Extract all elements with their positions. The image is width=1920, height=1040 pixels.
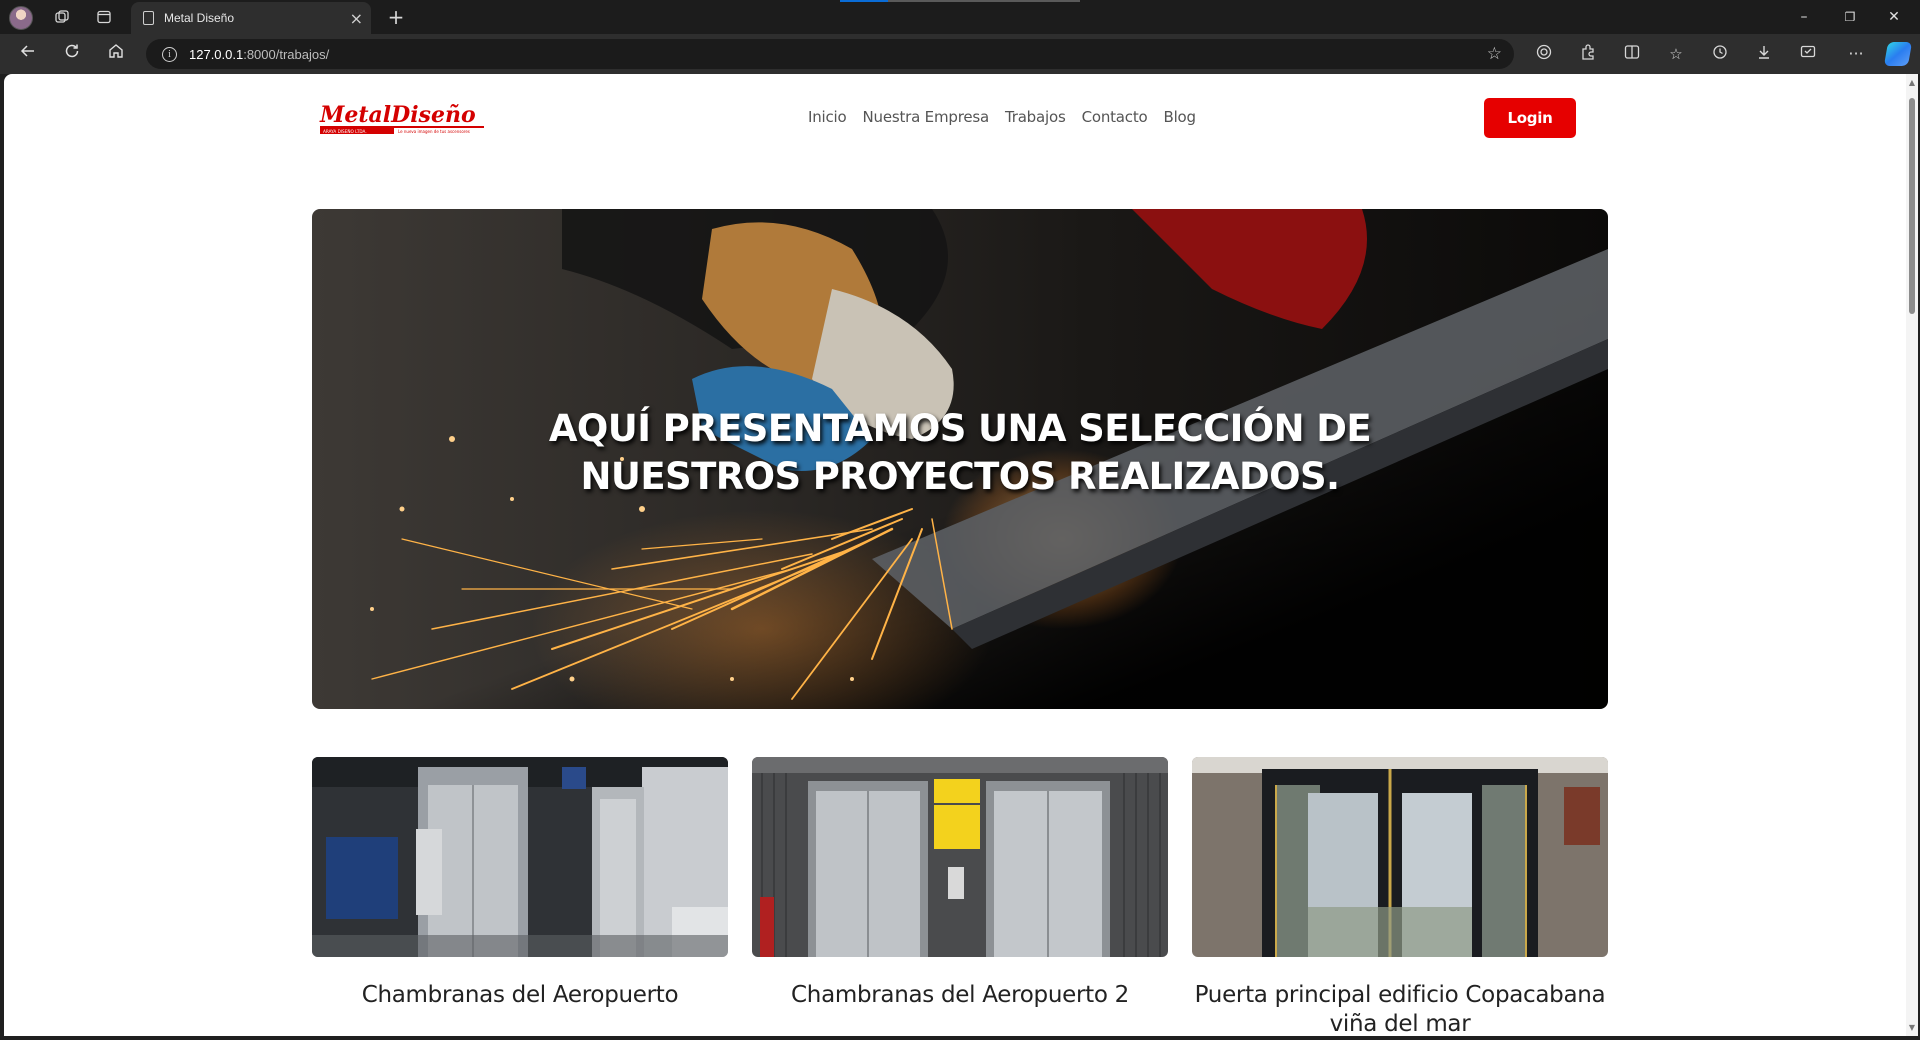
refresh-icon[interactable] [58,42,86,66]
nav-link-trabajos[interactable]: Trabajos [1005,108,1066,126]
project-card[interactable]: Chambranas del Aeropuerto [312,757,728,1010]
copilot-icon[interactable] [1883,42,1913,66]
nav-link-inicio[interactable]: Inicio [808,108,847,126]
project-image [312,757,728,957]
tab-title: Metal Diseño [164,11,235,25]
new-tab-button[interactable]: + [384,5,408,29]
favorites-icon[interactable]: ☆ [1664,43,1688,65]
svg-text:MetalDiseño: MetalDiseño [319,102,476,128]
project-photo-aeropuerto-2[interactable] [752,757,1168,957]
svg-text:Le nueva imagen de tus ascenso: Le nueva imagen de tus ascensores [398,129,470,134]
profile-avatar[interactable] [9,6,33,30]
screenshot-icon[interactable] [1796,43,1820,65]
close-window-button[interactable]: ✕ [1872,5,1916,29]
main-nav: Inicio Nuestra Empresa Trabajos Contacto… [808,108,1196,126]
more-icon[interactable]: ··· [1844,43,1868,65]
scroll-down-icon[interactable]: ▼ [1908,1023,1916,1032]
address-bar[interactable]: i 127.0.0.1:8000/trabajos/ ☆ [146,39,1514,69]
page-viewport: MetalDiseño ARAYA DISEÑO LTDA. Le nueva … [4,74,1918,1036]
hero-banner: AQUÍ PRESENTAMOS UNA SELECCIÓN DE NUESTR… [312,209,1608,709]
metal-diseno-logo[interactable]: MetalDiseño ARAYA DISEÑO LTDA. Le nueva … [318,98,486,136]
split-screen-icon[interactable] [1620,43,1644,65]
browser-essentials-icon[interactable] [1532,43,1556,65]
project-image [1192,757,1608,957]
nav-link-blog[interactable]: Blog [1164,108,1197,126]
tab-actions-icon[interactable] [92,6,116,28]
page-scrollbar[interactable]: ▲ ▼ [1906,74,1918,1036]
svg-text:ARAYA DISEÑO LTDA.: ARAYA DISEÑO LTDA. [323,129,367,134]
hero-title: AQUÍ PRESENTAMOS UNA SELECCIÓN DE NUESTR… [548,407,1372,498]
login-button[interactable]: Login [1484,98,1576,138]
tab-close-button[interactable]: × [350,9,363,28]
project-title[interactable]: Puerta principal edificio Copacabana viñ… [1192,981,1608,1036]
project-card[interactable]: Chambranas del Aeropuerto 2 [752,757,1168,1010]
url-text: 127.0.0.1:8000/trabajos/ [189,46,330,62]
nav-link-nuestra-empresa[interactable]: Nuestra Empresa [863,108,990,126]
extensions-icon[interactable] [1576,43,1600,65]
scroll-up-icon[interactable]: ▲ [1908,78,1916,87]
browser-toolbar: i 127.0.0.1:8000/trabajos/ ☆ ☆ ··· [0,34,1920,74]
project-title[interactable]: Chambranas del Aeropuerto 2 [752,981,1168,1010]
project-title[interactable]: Chambranas del Aeropuerto [312,981,728,1010]
history-icon[interactable] [1708,43,1732,65]
project-card[interactable]: Puerta principal edificio Copacabana viñ… [1192,757,1608,1036]
browser-tab-bar: Metal Diseño × + – ❐ ✕ [0,0,1920,34]
project-photo-aeropuerto[interactable] [312,757,728,957]
project-photo-copacabana[interactable] [1192,757,1608,957]
workspaces-icon[interactable] [50,6,74,28]
tab-active[interactable]: Metal Diseño × [131,2,371,34]
page-icon [143,11,154,25]
back-icon[interactable] [14,42,42,66]
minimize-button[interactable]: – [1782,5,1826,29]
home-icon[interactable] [102,42,130,66]
favorite-star-icon[interactable]: ☆ [1487,44,1502,64]
downloads-icon[interactable] [1752,43,1776,65]
restore-button[interactable]: ❐ [1828,5,1872,29]
tab-loading-indicator [840,0,1080,2]
info-icon[interactable]: i [162,46,177,62]
nav-link-contacto[interactable]: Contacto [1082,108,1148,126]
scrollbar-thumb[interactable] [1909,98,1915,314]
project-image [752,757,1168,957]
